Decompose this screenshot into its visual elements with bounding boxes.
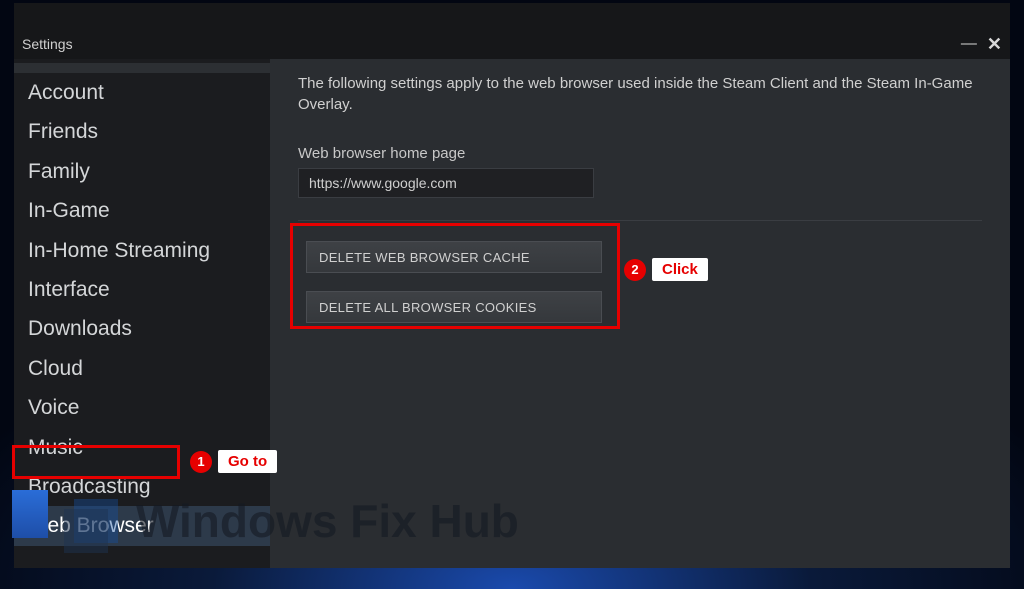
sidebar-item-label: Family bbox=[28, 160, 90, 183]
sidebar-item-label: In-Game bbox=[28, 199, 110, 222]
sidebar-item-downloads[interactable]: Downloads bbox=[14, 309, 270, 348]
section-divider bbox=[298, 220, 982, 221]
sidebar-item-web-browser[interactable]: Web Browser bbox=[14, 506, 270, 545]
sidebar-item-interface[interactable]: Interface bbox=[14, 270, 270, 309]
sidebar-top-strip bbox=[14, 63, 270, 73]
window-controls: — ✕ bbox=[961, 35, 1002, 53]
sidebar-item-label: Account bbox=[28, 81, 104, 104]
home-page-label: Web browser home page bbox=[298, 145, 982, 162]
close-button[interactable]: ✕ bbox=[987, 35, 1002, 53]
sidebar-item-label: Downloads bbox=[28, 317, 132, 340]
sidebar-item-voice[interactable]: Voice bbox=[14, 388, 270, 427]
sidebar-item-in-game[interactable]: In-Game bbox=[14, 191, 270, 230]
minimize-button[interactable]: — bbox=[961, 36, 977, 52]
delete-cache-button[interactable]: DELETE WEB BROWSER CACHE bbox=[306, 241, 602, 273]
sidebar-item-broadcasting[interactable]: Broadcasting bbox=[14, 467, 270, 506]
sidebar-item-friends[interactable]: Friends bbox=[14, 112, 270, 151]
settings-window: Settings — ✕ Account Friends Family In-G… bbox=[14, 3, 1010, 568]
window-body: Account Friends Family In-Game In-Home S… bbox=[14, 59, 1010, 568]
window-top-strip bbox=[14, 3, 1010, 29]
sidebar-item-account[interactable]: Account bbox=[14, 73, 270, 112]
delete-cookies-button[interactable]: DELETE ALL BROWSER COOKIES bbox=[306, 291, 602, 323]
home-page-input[interactable] bbox=[298, 168, 594, 198]
sidebar-item-family[interactable]: Family bbox=[14, 152, 270, 191]
settings-sidebar: Account Friends Family In-Game In-Home S… bbox=[14, 59, 270, 568]
sidebar-item-label: In-Home Streaming bbox=[28, 239, 210, 262]
sidebar-item-label: Music bbox=[28, 436, 83, 459]
taskbar-icon bbox=[12, 490, 48, 538]
sidebar-item-in-home-streaming[interactable]: In-Home Streaming bbox=[14, 231, 270, 270]
sidebar-item-music[interactable]: Music bbox=[14, 428, 270, 467]
sidebar-item-cloud[interactable]: Cloud bbox=[14, 349, 270, 388]
settings-content: The following settings apply to the web … bbox=[270, 59, 1010, 568]
title-bar: Settings — ✕ bbox=[14, 29, 1010, 59]
window-title: Settings bbox=[22, 36, 961, 52]
sidebar-item-label: Friends bbox=[28, 120, 98, 143]
sidebar-item-label: Voice bbox=[28, 396, 79, 419]
browser-action-buttons: DELETE WEB BROWSER CACHE DELETE ALL BROW… bbox=[298, 241, 614, 323]
sidebar-item-label: Cloud bbox=[28, 357, 83, 380]
sidebar-item-label: Interface bbox=[28, 278, 110, 301]
content-description: The following settings apply to the web … bbox=[298, 73, 982, 115]
